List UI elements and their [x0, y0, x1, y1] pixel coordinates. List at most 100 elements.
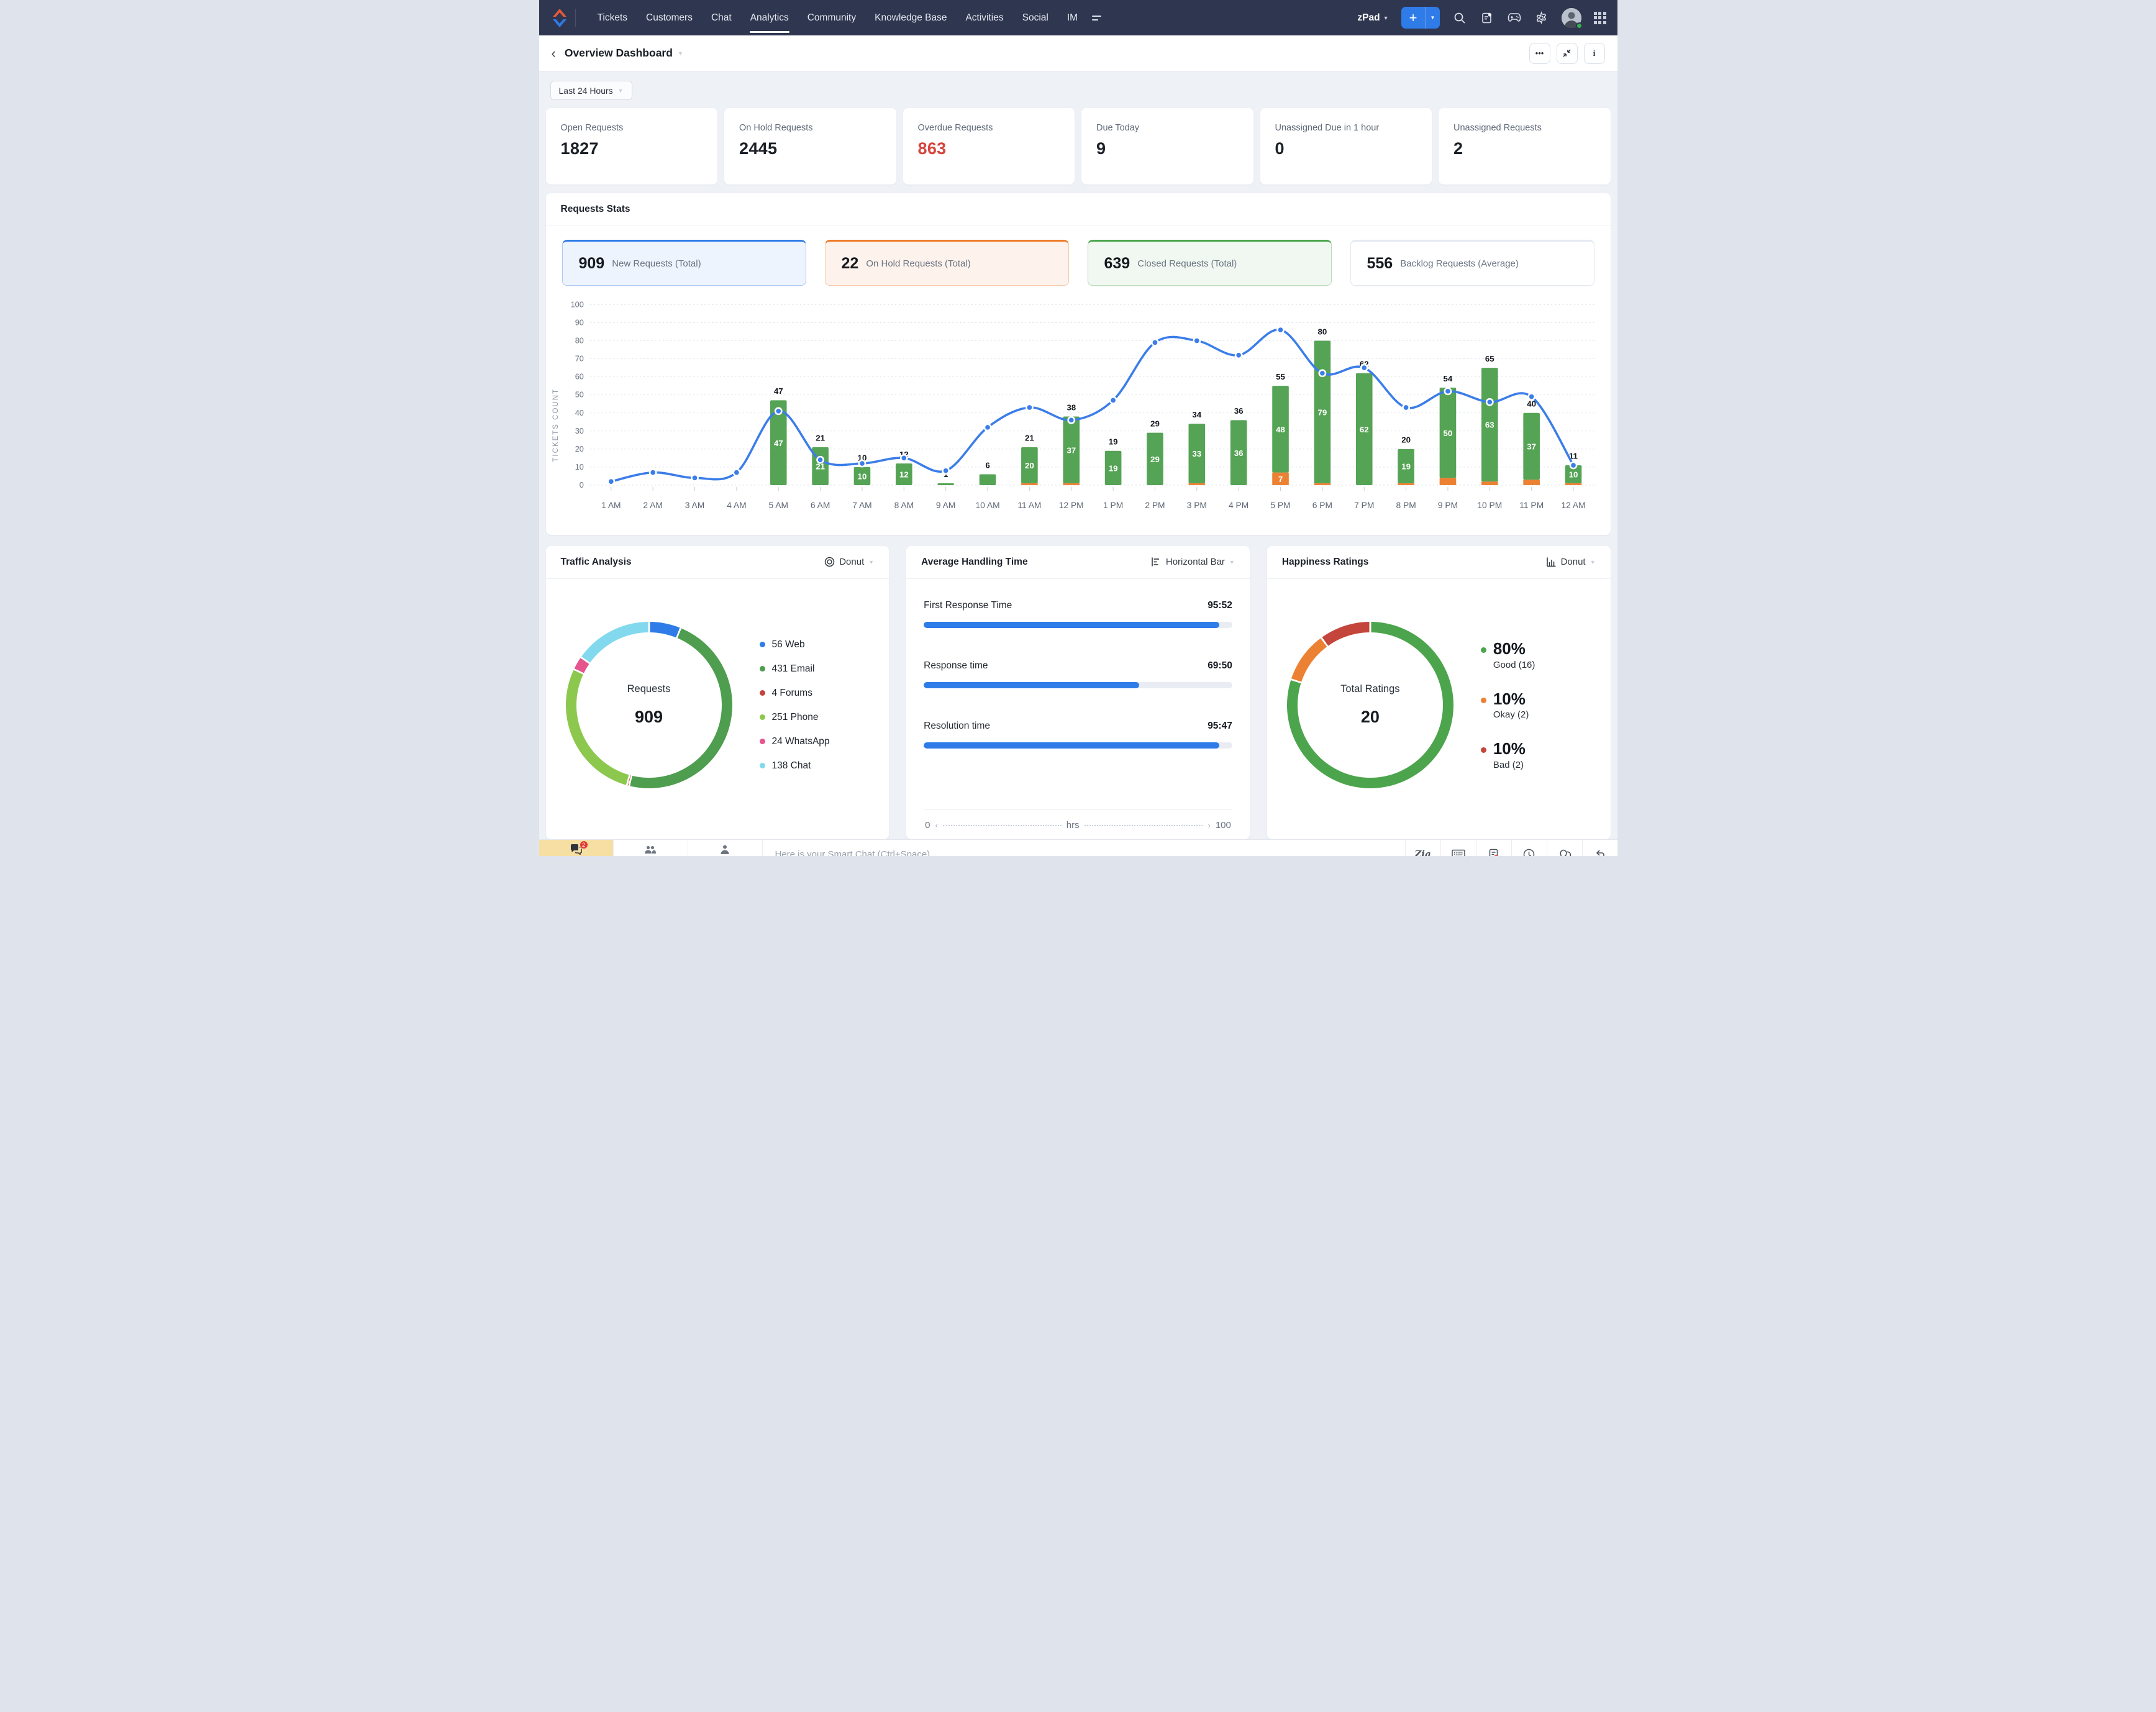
chat-right-icons: Zia	[1404, 839, 1617, 856]
legend-percent: 10%	[1493, 689, 1526, 708]
stat-tab-on-hold-requests-total-[interactable]: 22 On Hold Requests (Total)	[824, 240, 1069, 286]
apps-grid-icon[interactable]	[1593, 11, 1606, 24]
requests-stats-header: Requests Stats	[545, 193, 1611, 226]
kpi-value: 1827	[560, 139, 599, 158]
nav-item-chat[interactable]: Chat	[702, 0, 741, 35]
donut-center-label: Requests	[627, 683, 671, 695]
donut-icon	[824, 557, 835, 567]
document-alert-icon[interactable]	[1475, 839, 1511, 856]
axis-min: 0	[925, 819, 930, 831]
reply-icon[interactable]	[1581, 839, 1617, 856]
svg-text:8 AM: 8 AM	[894, 500, 913, 510]
legend-dot	[1480, 747, 1486, 754]
traffic-chart-type-selector[interactable]: Donut ▼	[824, 557, 874, 567]
zoho-desk-logo-icon[interactable]	[550, 7, 569, 29]
portal-selector[interactable]: zPad ▼	[1357, 12, 1388, 24]
feed-icon[interactable]	[1480, 11, 1494, 25]
svg-text:36: 36	[1234, 448, 1243, 458]
happiness-legend-item-okay[interactable]: 10% Okay (2)	[1480, 689, 1535, 721]
stat-tab-closed-requests-total-[interactable]: 639 Closed Requests (Total)	[1087, 240, 1332, 286]
traffic-legend-item-phone[interactable]: 251 Phone	[759, 712, 830, 723]
title-caret-icon[interactable]: ▼	[678, 50, 683, 57]
svg-text:4 PM: 4 PM	[1229, 500, 1249, 510]
happiness-legend-item-good[interactable]: 80% Good (16)	[1480, 640, 1535, 670]
svg-text:10: 10	[1568, 470, 1578, 480]
nav-item-analytics[interactable]: Analytics	[741, 0, 798, 35]
clock-icon[interactable]	[1511, 839, 1547, 856]
traffic-legend-item-web[interactable]: 56 Web	[759, 639, 830, 650]
info-button[interactable]: i	[1583, 42, 1605, 64]
nav-more-icon[interactable]	[1092, 15, 1102, 20]
nav-item-community[interactable]: Community	[798, 0, 865, 35]
avatar[interactable]	[1561, 7, 1583, 29]
chat-tab-channels[interactable]: Channels	[613, 839, 688, 856]
nav-item-im[interactable]: IM	[1058, 0, 1087, 35]
svg-text:12: 12	[899, 470, 908, 480]
add-button[interactable]: + ▼	[1401, 7, 1440, 29]
chat-tab-contacts[interactable]: Contacts	[688, 839, 763, 856]
nav-item-tickets[interactable]: Tickets	[588, 0, 637, 35]
search-icon[interactable]	[1452, 11, 1467, 25]
nav-right-cluster: zPad ▼ + ▼	[1357, 7, 1606, 29]
collapse-button[interactable]	[1556, 42, 1578, 64]
chat-tab-unread-chats[interactable]: 2Unread Chats	[539, 839, 614, 856]
svg-text:2 AM: 2 AM	[643, 500, 662, 510]
svg-text:38: 38	[1067, 403, 1076, 412]
svg-text:33: 33	[1192, 449, 1201, 458]
legend-label: Okay (2)	[1493, 709, 1529, 721]
nav-item-social[interactable]: Social	[1013, 0, 1058, 35]
svg-text:80: 80	[1317, 327, 1327, 336]
aht-value: 95:47	[1208, 720, 1232, 731]
smart-chat-input[interactable]	[762, 839, 1405, 856]
keyboard-icon[interactable]	[1440, 839, 1476, 856]
svg-text:8 PM: 8 PM	[1396, 500, 1416, 510]
svg-text:55: 55	[1276, 372, 1285, 381]
plus-icon[interactable]: +	[1401, 7, 1426, 29]
nav-item-customers[interactable]: Customers	[637, 0, 702, 35]
time-range-filter[interactable]: Last 24 Hours ▼	[550, 81, 632, 100]
traffic-legend-item-chat[interactable]: 138 Chat	[759, 760, 830, 772]
requests-stats-panel: Requests Stats 909 New Requests (Total) 22…	[545, 193, 1611, 535]
aht-fill	[924, 681, 1139, 688]
zia-icon[interactable]: Zia	[1404, 839, 1440, 856]
kpi-label: On Hold Requests	[739, 123, 813, 133]
nav-item-knowledge-base[interactable]: Knowledge Base	[865, 0, 956, 35]
kpi-row: Open Requests 1827 On Hold Requests 2445 Ove…	[539, 108, 1617, 184]
kpi-value: 0	[1275, 139, 1285, 158]
nav-item-activities[interactable]: Activities	[956, 0, 1012, 35]
back-chevron-icon[interactable]: ‹	[552, 46, 556, 60]
legend-dot	[759, 739, 765, 745]
happiness-legend-item-bad[interactable]: 10% Bad (2)	[1480, 740, 1535, 770]
aht-row-first-response-time: First Response Time 95:52	[924, 600, 1232, 628]
aht-value: 95:52	[1208, 599, 1232, 611]
donut-center-value: 909	[634, 708, 663, 727]
stat-tab-backlog-requests-average-[interactable]: 556 Backlog Requests (Average)	[1350, 240, 1594, 286]
happiness-ratings-title: Happiness Ratings	[1281, 556, 1369, 567]
add-caret-icon[interactable]: ▼	[1426, 7, 1440, 29]
svg-text:100: 100	[570, 299, 583, 309]
traffic-legend-item-email[interactable]: 431 Email	[759, 663, 830, 675]
svg-text:19: 19	[1401, 462, 1411, 471]
legend-dot	[1480, 647, 1486, 653]
happiness-chart-type-selector[interactable]: Donut ▼	[1546, 557, 1596, 567]
page-title: Overview Dashboard ▼	[565, 47, 683, 60]
avg-handling-time-panel: Average Handling Time Horizontal Bar ▼ F…	[906, 545, 1250, 839]
svg-text:30: 30	[575, 426, 583, 435]
traffic-legend-item-forums[interactable]: 4 Forums	[759, 688, 830, 699]
settings-gear-icon[interactable]	[1534, 11, 1549, 25]
legend-label: Good (16)	[1493, 659, 1535, 670]
more-actions-button[interactable]: •••	[1529, 42, 1550, 64]
svg-text:6 AM: 6 AM	[810, 500, 829, 510]
svg-text:10: 10	[575, 462, 583, 471]
stat-tab-new-requests-total-[interactable]: 909 New Requests (Total)	[562, 240, 806, 286]
games-icon[interactable]	[1507, 11, 1522, 25]
traffic-legend-item-whatsapp[interactable]: 24 WhatsApp	[759, 736, 830, 747]
svg-text:20: 20	[575, 444, 583, 453]
aht-chart-type-selector[interactable]: Horizontal Bar ▼	[1151, 557, 1235, 567]
kpi-card-overdue-requests: Overdue Requests 863	[903, 108, 1075, 184]
chat-tabs: 2Unread ChatsChannelsContacts	[539, 839, 763, 856]
chat-icon[interactable]	[1546, 839, 1582, 856]
kpi-value: 863	[917, 139, 947, 158]
kpi-value: 2	[1453, 139, 1463, 158]
legend-text: 138 Chat	[771, 760, 811, 771]
